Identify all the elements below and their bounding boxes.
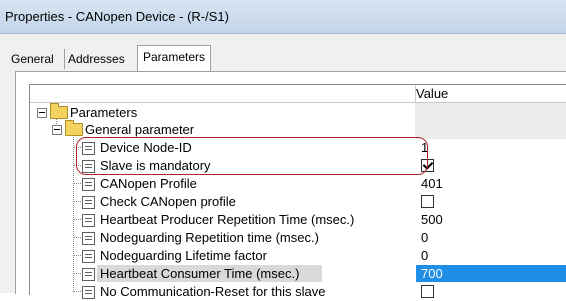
tree-node-parameters[interactable]: Parameters bbox=[30, 103, 566, 122]
tree-line bbox=[73, 183, 81, 184]
parameter-icon bbox=[82, 178, 95, 191]
tree-node-label: Parameters bbox=[70, 105, 138, 120]
parameter-icon bbox=[82, 268, 95, 281]
value-column-header[interactable]: Value bbox=[416, 86, 448, 101]
parameter-row-heartbeat-consumer[interactable]: Heartbeat Consumer Time (msec.) 700 bbox=[30, 265, 566, 283]
open-folder-icon bbox=[50, 103, 68, 119]
window-title: Properties - CANopen Device - (R-/S1) bbox=[5, 9, 229, 24]
tab-parameters[interactable]: Parameters bbox=[137, 45, 212, 72]
collapse-expander-icon[interactable] bbox=[52, 125, 62, 135]
tree-line bbox=[73, 291, 81, 292]
name-column-header[interactable] bbox=[30, 85, 416, 102]
parameter-value[interactable]: 0 bbox=[421, 248, 428, 263]
tree-line bbox=[73, 273, 81, 274]
annotation-highlight-ring bbox=[76, 137, 428, 175]
tab-general[interactable]: General bbox=[8, 49, 57, 69]
tree-line bbox=[73, 219, 81, 220]
parameter-value[interactable]: 500 bbox=[421, 212, 443, 227]
parameter-label: Heartbeat Consumer Time (msec.) bbox=[100, 266, 300, 281]
tree-line bbox=[73, 201, 81, 202]
parameter-icon bbox=[82, 196, 95, 209]
parameter-grid: Value Parameters General parameter Devic… bbox=[29, 84, 566, 299]
parameter-value[interactable]: 0 bbox=[421, 230, 428, 245]
parameter-value[interactable]: 700 bbox=[421, 266, 443, 281]
parameter-label: CANopen Profile bbox=[100, 176, 197, 191]
title-bar[interactable]: Properties - CANopen Device - (R-/S1) bbox=[0, 0, 566, 34]
parameter-label: Check CANopen profile bbox=[100, 194, 236, 209]
parameter-icon bbox=[82, 232, 95, 245]
parameter-row-no-communication-reset[interactable]: No Communication-Reset for this slave bbox=[30, 283, 566, 301]
no-comm-reset-checkbox[interactable] bbox=[421, 285, 434, 298]
parameter-icon bbox=[82, 214, 95, 227]
tab-addresses[interactable]: Addresses bbox=[64, 49, 128, 69]
parameter-label: Nodeguarding Lifetime factor bbox=[100, 248, 267, 263]
tree-line bbox=[73, 237, 81, 238]
parameter-row-check-canopen-profile[interactable]: Check CANopen profile bbox=[30, 193, 566, 211]
parameter-row-nodeguarding-repetition[interactable]: Nodeguarding Repetition time (msec.) 0 bbox=[30, 229, 566, 247]
tab-strip: General Addresses Parameters bbox=[0, 34, 566, 72]
parameter-label: Heartbeat Producer Repetition Time (msec… bbox=[100, 212, 355, 227]
check-profile-checkbox[interactable] bbox=[421, 195, 434, 208]
parameter-row-canopen-profile[interactable]: CANopen Profile 401 bbox=[30, 175, 566, 193]
parameter-row-heartbeat-producer[interactable]: Heartbeat Producer Repetition Time (msec… bbox=[30, 211, 566, 229]
properties-window: Properties - CANopen Device - (R-/S1) Ge… bbox=[0, 0, 566, 299]
tree-line bbox=[73, 255, 81, 256]
collapse-expander-icon[interactable] bbox=[37, 108, 47, 118]
parameter-label: Nodeguarding Repetition time (msec.) bbox=[100, 230, 319, 245]
parameter-value[interactable]: 401 bbox=[421, 176, 443, 191]
parameters-panel: Value Parameters General parameter Devic… bbox=[15, 71, 566, 299]
tree-node-label: General parameter bbox=[85, 122, 195, 137]
parameter-row-nodeguarding-lifetime[interactable]: Nodeguarding Lifetime factor 0 bbox=[30, 247, 566, 265]
open-folder-icon bbox=[65, 120, 83, 136]
parameter-icon bbox=[82, 250, 95, 263]
parameter-label: No Communication-Reset for this slave bbox=[100, 284, 326, 299]
grid-header: Value bbox=[30, 85, 566, 103]
